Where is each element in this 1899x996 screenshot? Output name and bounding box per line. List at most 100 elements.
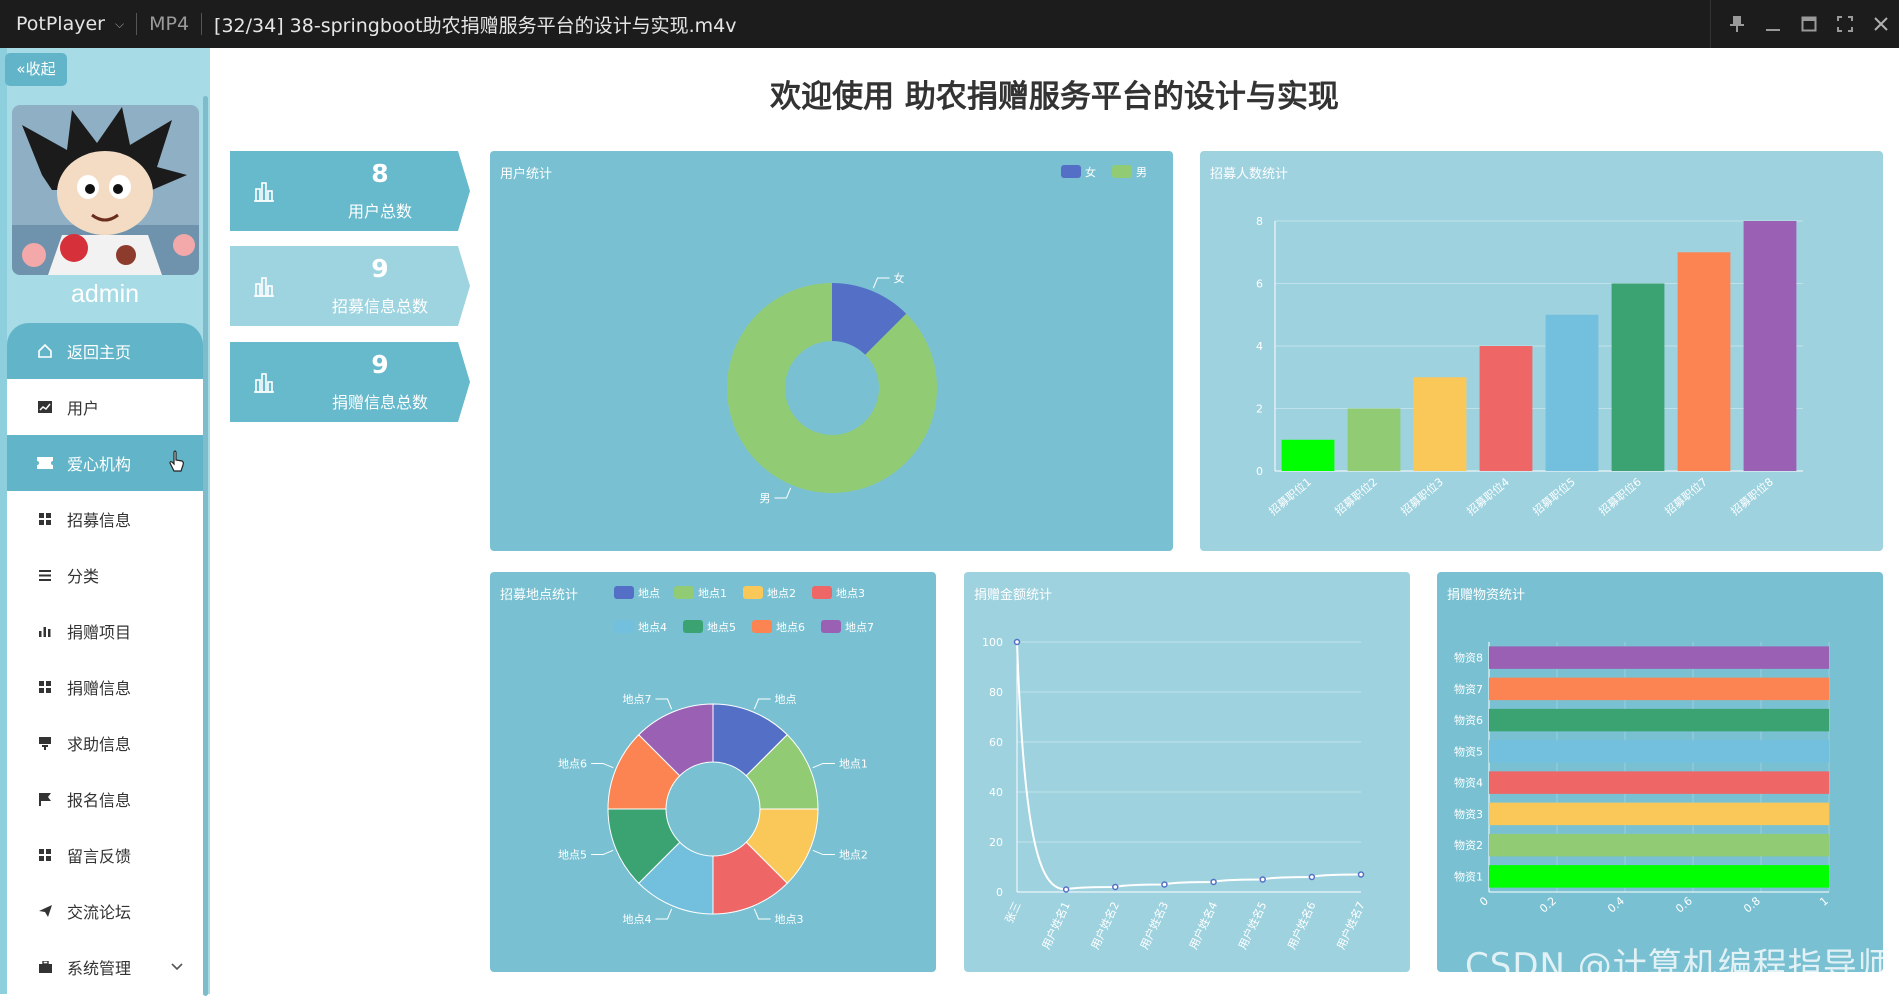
- collapse-button[interactable]: «收起: [5, 53, 67, 86]
- sidebar-item-home[interactable]: 返回主页: [7, 323, 203, 379]
- panel-title: 捐赠物资统计: [1447, 588, 1526, 603]
- panel-title: 招募人数统计: [1210, 167, 1289, 182]
- format-label: MP4: [149, 13, 190, 35]
- panel-recruit-location: 地点 地点1 地点2 地点3 地点4 地点5 地点6 地点7 地点 地点1 地点2 地点3 地点4 地点5…: [490, 572, 936, 972]
- stat-card-donation: 9 捐赠信息总数: [230, 342, 470, 422]
- y-tick-label: 80: [989, 686, 1003, 699]
- sidebar-item-label: 分类: [67, 567, 100, 586]
- username: admin: [70, 280, 140, 308]
- pie-label: 地点1: [839, 757, 868, 770]
- bar: [1479, 346, 1533, 471]
- x-tick-label: 用户姓名3: [1137, 899, 1171, 951]
- pie-label-line: [655, 908, 673, 920]
- x-tick-label: 用户姓名4: [1186, 899, 1220, 951]
- ticket-icon: [35, 457, 55, 469]
- y-tick-label: 40: [989, 786, 1003, 799]
- legend-label: 男: [1136, 166, 1147, 179]
- divider: [136, 13, 138, 35]
- pie-label-line: [591, 849, 614, 856]
- sidebar-item-label: 求助信息: [67, 735, 132, 754]
- y-tick-label: 物资6: [1454, 713, 1483, 727]
- sidebar-item-donation-info[interactable]: 捐赠信息: [7, 659, 203, 715]
- watermark: CSDN @计算机编程指导师: [1465, 946, 1893, 986]
- pie-label-line: [655, 698, 673, 710]
- pie-label: 地点4: [622, 913, 651, 926]
- fullscreen-icon[interactable]: [1827, 15, 1863, 33]
- y-tick-label: 物资1: [1454, 869, 1483, 883]
- grid-icon: [35, 513, 55, 525]
- legend-swatch: [683, 620, 703, 633]
- data-point: [1013, 638, 1021, 646]
- legend-swatch: [1112, 165, 1132, 178]
- bar-icon: [35, 625, 55, 637]
- sidebar-scrollbar[interactable]: [203, 96, 208, 996]
- bar: [1489, 646, 1829, 669]
- sidebar-item-donation-project[interactable]: 捐赠项目: [7, 603, 203, 659]
- pie-label: 女: [894, 271, 905, 285]
- avatar[interactable]: [12, 105, 199, 275]
- x-tick-label: 0.6: [1673, 894, 1695, 915]
- y-tick-label: 6: [1256, 278, 1263, 291]
- x-tick-label: 招募职位3: [1398, 475, 1446, 519]
- bar: [1489, 833, 1829, 857]
- collapse-label: 收起: [25, 60, 56, 78]
- bar: [1281, 439, 1335, 471]
- sidebar-rail: [0, 48, 7, 994]
- bar: [1413, 377, 1467, 471]
- x-tick-label: 用户姓名1: [1039, 899, 1073, 951]
- y-tick-label: 20: [989, 836, 1003, 849]
- y-tick-label: 物资4: [1454, 776, 1483, 790]
- pin-icon[interactable]: [1719, 15, 1755, 33]
- data-point: [1062, 886, 1070, 893]
- sidebar-item-charity-org[interactable]: 爱心机构: [7, 435, 203, 491]
- data-point: [1357, 871, 1365, 878]
- hand-cursor-icon: [169, 450, 185, 476]
- panel-title: 捐赠金额统计: [974, 588, 1053, 603]
- y-tick-label: 0: [996, 886, 1003, 899]
- bar: [1347, 408, 1401, 471]
- maximize-icon[interactable]: [1791, 15, 1827, 33]
- sidebar-item-signup-info[interactable]: 报名信息: [7, 771, 203, 827]
- grid-icon: [35, 681, 55, 693]
- sidebar: «收起 admin 返回主页 用户 爱心机构 招募信息 分类 捐赠项目 捐赠信息…: [0, 48, 210, 996]
- legend-label: 地点6: [776, 621, 805, 634]
- flag-icon: [35, 792, 55, 806]
- sidebar-item-recruit-info[interactable]: 招募信息: [7, 491, 203, 547]
- sidebar-item-system[interactable]: 系统管理: [7, 939, 203, 995]
- panel-title: 招募地点统计: [500, 588, 579, 603]
- sidebar-item-label: 留言反馈: [67, 847, 132, 866]
- legend-label: 地点2: [767, 587, 796, 600]
- x-tick-label: 1: [1817, 894, 1831, 908]
- file-title: [32/34] 38-springboot助农捐赠服务平台的设计与实现.m4v: [214, 14, 737, 37]
- chevron-down-icon[interactable]: ⌵: [115, 17, 124, 32]
- title-bar: PotPlayer ⌵ MP4 [32/34] 38-springboot助农捐…: [0, 0, 1899, 48]
- minimize-icon[interactable]: [1755, 15, 1791, 33]
- x-tick-label: 招募职位5: [1530, 475, 1578, 519]
- pie-label: 地点3: [775, 913, 804, 926]
- bar: [1489, 802, 1829, 826]
- sidebar-item-help-info[interactable]: 求助信息: [7, 715, 203, 771]
- legend-swatch: [752, 620, 772, 633]
- panel-user-stats: 女男女男 用户统计: [490, 151, 1173, 551]
- x-tick-label: 用户姓名2: [1088, 899, 1122, 951]
- bar: [1677, 252, 1731, 471]
- sidebar-item-label: 招募信息: [67, 511, 132, 530]
- chevron-down-icon[interactable]: [171, 959, 183, 975]
- bar: [1489, 677, 1829, 701]
- stat-label: 招募信息总数: [331, 297, 428, 316]
- app-name[interactable]: PotPlayer: [16, 13, 105, 35]
- sidebar-item-users[interactable]: 用户: [7, 379, 203, 435]
- x-tick-label: 招募职位7: [1662, 475, 1710, 519]
- divider: [1710, 0, 1711, 48]
- sidebar-item-feedback[interactable]: 留言反馈: [7, 827, 203, 883]
- cup-icon: [35, 736, 55, 750]
- sidebar-item-category[interactable]: 分类: [7, 547, 203, 603]
- stat-value: 9: [371, 254, 389, 283]
- close-icon[interactable]: [1863, 15, 1899, 33]
- y-tick-label: 2: [1256, 403, 1263, 416]
- x-tick-label: 0.4: [1605, 894, 1627, 915]
- sidebar-item-forum[interactable]: 交流论坛: [7, 883, 203, 939]
- bar-chart-icon: [254, 373, 274, 393]
- bar: [1489, 865, 1829, 888]
- chart-icon: [35, 401, 55, 413]
